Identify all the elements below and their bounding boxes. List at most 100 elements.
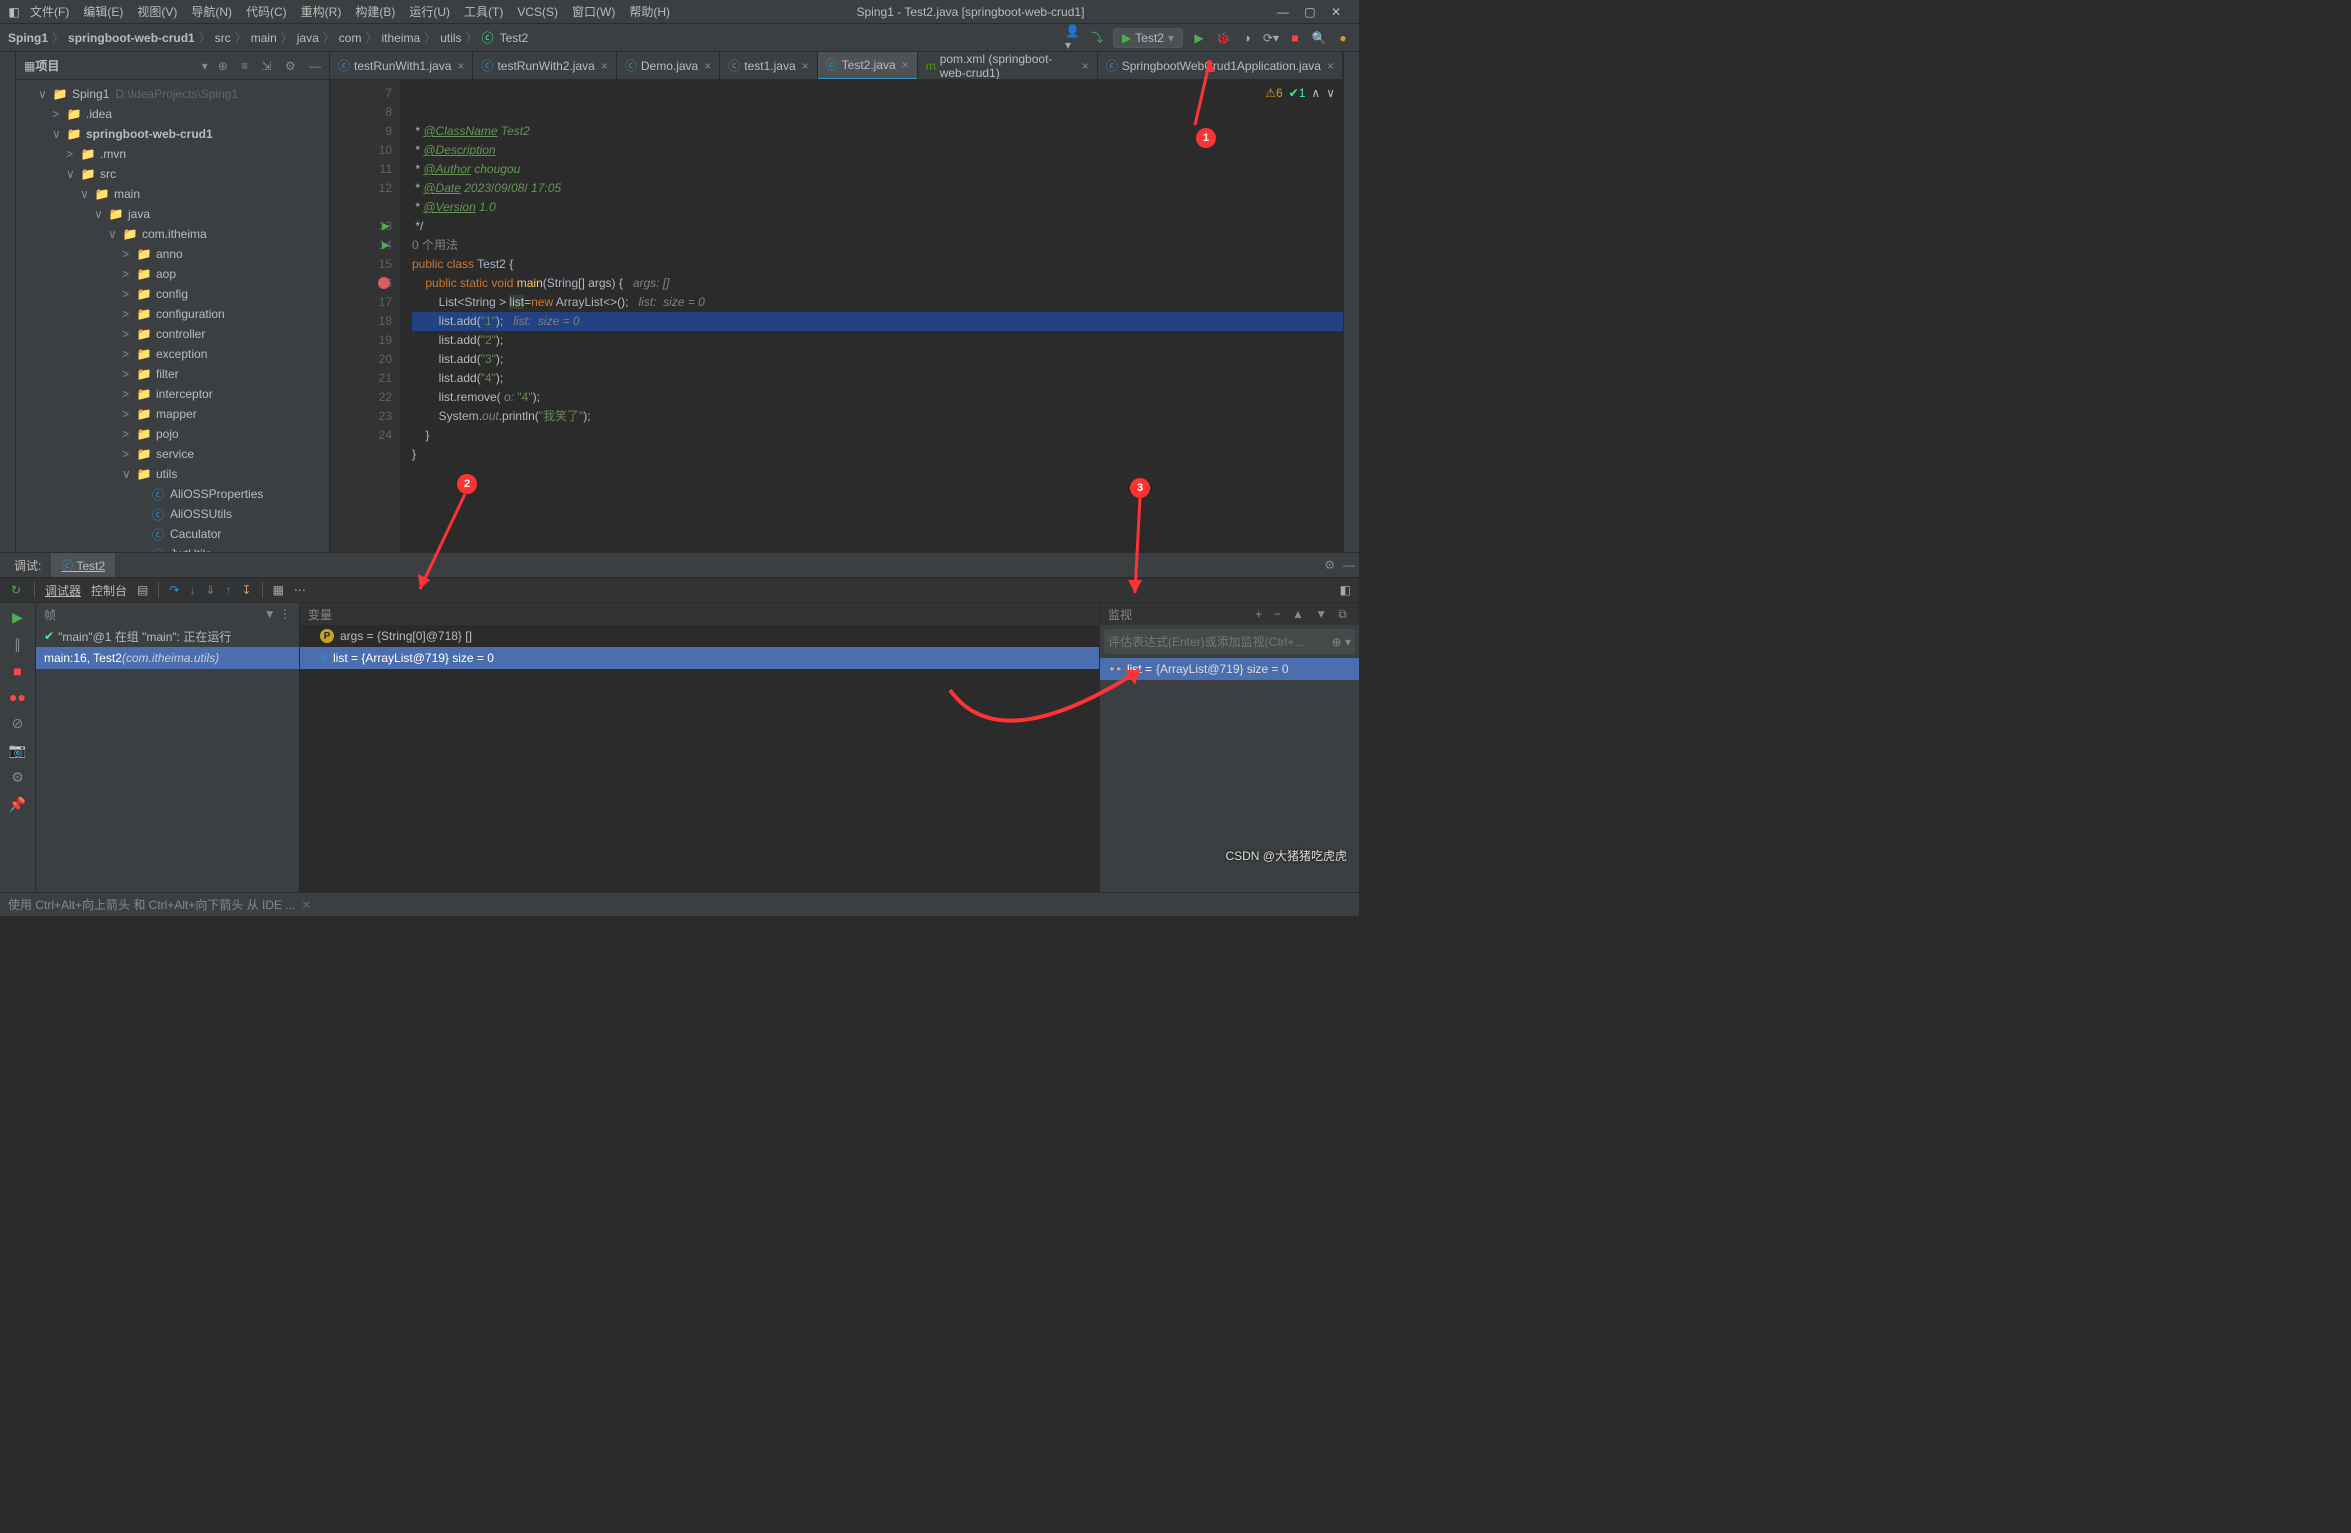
tree-row[interactable]: >📁interceptor <box>16 384 329 404</box>
tree-row[interactable]: >📁config <box>16 284 329 304</box>
notify-icon[interactable]: ● <box>1335 30 1351 46</box>
tree-row[interactable]: >📁anno <box>16 244 329 264</box>
step-out-icon[interactable]: ↑ <box>226 583 232 597</box>
crumb-root[interactable]: Sping1 <box>8 31 48 45</box>
minimize-button[interactable]: — <box>1271 3 1295 21</box>
stop-debug-icon[interactable]: ■ <box>13 663 21 679</box>
tree-row[interactable]: ∨📁main <box>16 184 329 204</box>
pin-icon[interactable]: 📌 <box>9 796 26 813</box>
maximize-button[interactable]: ▢ <box>1298 3 1321 21</box>
menu-navigate[interactable]: 导航(N) <box>185 1 238 22</box>
watch-down-icon[interactable]: ▼ <box>1315 607 1327 621</box>
menu-refactor[interactable]: 重构(R) <box>295 1 348 22</box>
tree-row[interactable]: ∨📁java <box>16 204 329 224</box>
code[interactable]: * @ClassName Test2 * @Description * @Aut… <box>400 80 1343 552</box>
expand-up-icon[interactable]: ∧ <box>1311 84 1320 103</box>
menu-run[interactable]: 运行(U) <box>403 1 456 22</box>
tree-row[interactable]: >📁service <box>16 444 329 464</box>
debugger-tab[interactable]: 调试器 <box>45 582 81 599</box>
debug-settings2-icon[interactable]: ⚙ <box>11 769 24 786</box>
coverage-button[interactable]: ◑ <box>1239 30 1255 46</box>
debug-button[interactable]: 🐞 <box>1215 30 1231 46</box>
watch-up-icon[interactable]: ▲ <box>1292 607 1304 621</box>
run-to-cursor-icon[interactable]: ↧ <box>242 583 252 597</box>
editor-tab[interactable]: mpom.xml (springboot-web-crud1)× <box>918 52 1098 80</box>
gutter[interactable]: 789101112▶13▶1415161718192021222324 <box>330 80 400 552</box>
expand-down-icon[interactable]: ∨ <box>1326 84 1335 103</box>
editor-tab[interactable]: ⓒtestRunWith1.java× <box>330 52 473 80</box>
param-icon: P <box>320 629 334 643</box>
editor-tab[interactable]: ⓒTest2.java× <box>818 52 918 80</box>
editor-tab[interactable]: ⓒtest1.java× <box>720 52 817 80</box>
tree-row[interactable]: ⓒCaculator <box>16 524 329 544</box>
settings-icon[interactable]: ⚙ <box>285 59 296 73</box>
tree-row[interactable]: >📁controller <box>16 324 329 344</box>
tree-row[interactable]: ∨📁utils <box>16 464 329 484</box>
layout-icon[interactable]: ◧ <box>1340 583 1351 597</box>
debug-settings-icon[interactable]: ⚙ <box>1324 558 1335 572</box>
debug-session-tab[interactable]: ⓒ Test2 <box>51 553 115 578</box>
pause-icon[interactable]: ∥ <box>14 636 21 653</box>
tree-row[interactable]: >📁configuration <box>16 304 329 324</box>
tree-row[interactable]: >📁pojo <box>16 424 329 444</box>
filter-icon[interactable]: ▼ <box>264 607 276 621</box>
menu-window[interactable]: 窗口(W) <box>566 1 621 22</box>
breakpoints-icon[interactable]: ●● <box>9 689 26 705</box>
tree-row[interactable]: ∨📁springboot-web-crud1 <box>16 124 329 144</box>
tree-row[interactable]: ⓒAliOSSProperties <box>16 484 329 504</box>
tree-row[interactable]: >📁.idea <box>16 104 329 124</box>
console-tab[interactable]: 控制台 <box>91 582 127 599</box>
debug-hide-icon[interactable]: — <box>1343 558 1355 572</box>
editor-tab[interactable]: ⓒtestRunWith2.java× <box>473 52 616 80</box>
profile-button[interactable]: ⟳▾ <box>1263 30 1279 46</box>
variable-row[interactable]: Pargs = {String[0]@718} [] <box>300 625 1099 647</box>
step-over-icon[interactable]: ↷ <box>169 583 179 597</box>
menu-vcs[interactable]: VCS(S) <box>511 3 564 21</box>
warnings-badge[interactable]: ⚠6 <box>1265 84 1282 103</box>
tree-row[interactable]: ⓒJwtUtils <box>16 544 329 552</box>
remove-watch-icon[interactable]: − <box>1274 607 1281 621</box>
resume-icon[interactable]: ▶ <box>12 609 23 626</box>
tree-row[interactable]: >📁mapper <box>16 404 329 424</box>
threads-icon[interactable]: ▤ <box>137 583 148 597</box>
expand-all-icon[interactable]: ≡ <box>241 59 248 73</box>
mute-bp-icon[interactable]: ⊘ <box>12 715 24 732</box>
more-icon[interactable]: ⋯ <box>294 583 306 597</box>
tree-row[interactable]: ∨📁src <box>16 164 329 184</box>
copy-watch-icon[interactable]: ⧉ <box>1338 607 1347 621</box>
tree-row[interactable]: >📁exception <box>16 344 329 364</box>
add-watch-icon[interactable]: + <box>1255 607 1262 621</box>
run-button[interactable]: ▶ <box>1191 30 1207 46</box>
evaluate-icon[interactable]: ▦ <box>273 583 284 597</box>
editor-tab[interactable]: ⓒDemo.java× <box>617 52 720 80</box>
tree-row[interactable]: >📁.mvn <box>16 144 329 164</box>
menu-view[interactable]: 视图(V) <box>131 1 183 22</box>
menu-code[interactable]: 代码(C) <box>240 1 293 22</box>
tree-row[interactable]: ∨📁Sping1D:\IdeaProjects\Sping1 <box>16 84 329 104</box>
menu-tools[interactable]: 工具(T) <box>458 1 509 22</box>
collapse-all-icon[interactable]: ⇲ <box>261 59 271 73</box>
tree-row[interactable]: ⓒAliOSSUtils <box>16 504 329 524</box>
thread-row[interactable]: ✔"main"@1 在组 "main": 正在运行 <box>36 625 299 647</box>
step-into-icon[interactable]: ↓ <box>189 583 195 597</box>
build-icon[interactable]: ⤵ <box>1089 30 1105 46</box>
user-icon[interactable]: 👤▾ <box>1065 30 1081 46</box>
run-config-selector[interactable]: ▶Test2▾ <box>1113 28 1183 48</box>
select-opened-file-icon[interactable]: ⊕ <box>218 59 228 73</box>
close-button[interactable]: ✕ <box>1325 3 1347 21</box>
camera-icon[interactable]: 📷 <box>9 742 26 759</box>
stop-button[interactable]: ■ <box>1287 30 1303 46</box>
tree-row[interactable]: >📁aop <box>16 264 329 284</box>
menu-edit[interactable]: 编辑(E) <box>77 1 129 22</box>
force-step-into-icon[interactable]: ⇓ <box>205 583 215 597</box>
tree-row[interactable]: >📁filter <box>16 364 329 384</box>
search-icon[interactable]: 🔍 <box>1311 30 1327 46</box>
menu-file[interactable]: 文件(F) <box>24 1 75 22</box>
menu-build[interactable]: 构建(B) <box>349 1 401 22</box>
stack-frame-row[interactable]: main:16, Test2 (com.itheima.utils) <box>36 647 299 669</box>
ok-badge[interactable]: ✔1 <box>1289 84 1306 103</box>
tree-row[interactable]: ∨📁com.itheima <box>16 224 329 244</box>
rerun-icon[interactable]: ↻ <box>8 582 24 598</box>
menu-help[interactable]: 帮助(H) <box>623 1 676 22</box>
hide-panel-icon[interactable]: — <box>309 59 321 73</box>
